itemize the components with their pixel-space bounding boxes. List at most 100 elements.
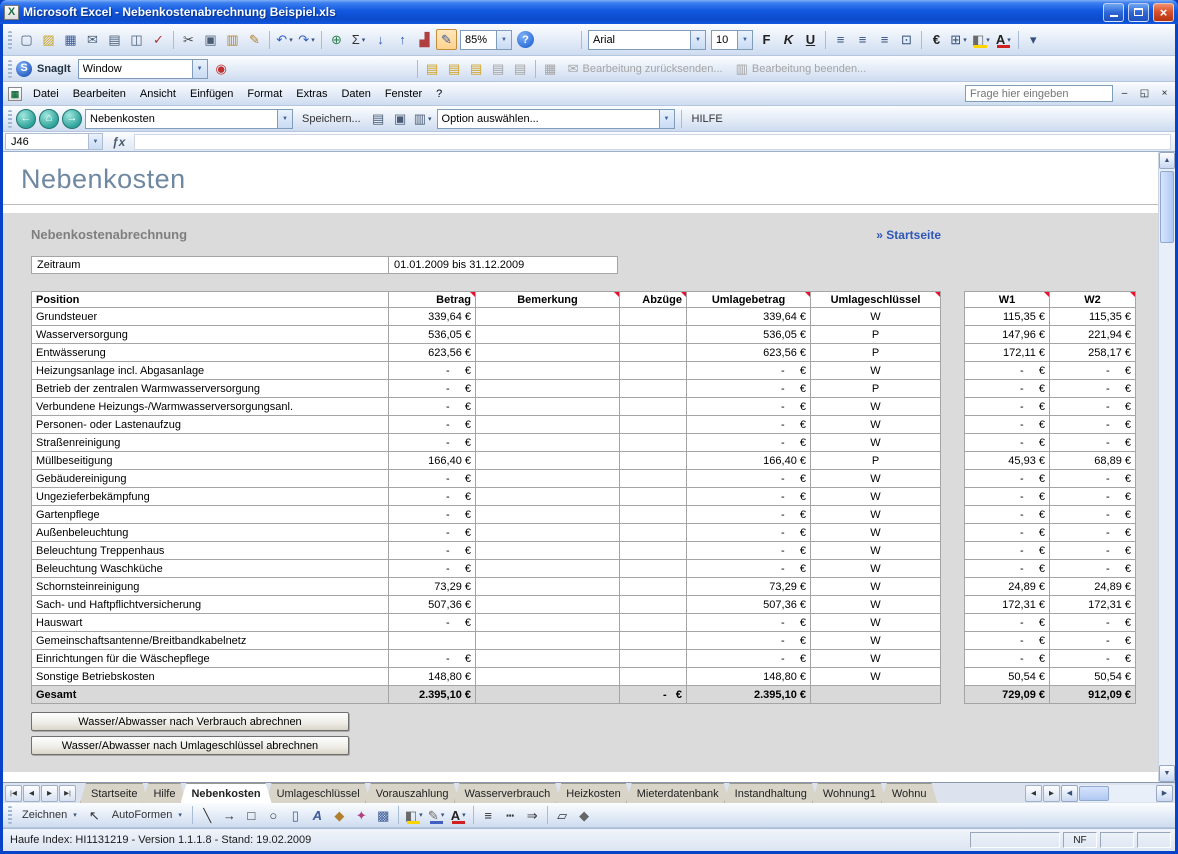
snagit-logo-icon[interactable]: S (16, 61, 32, 77)
cell-w2[interactable]: - € (1050, 362, 1136, 380)
cell-umlagebetrag[interactable]: - € (687, 614, 811, 632)
cell-betrag[interactable]: 166,40 € (389, 452, 476, 470)
cell-position[interactable]: Wasserversorgung (31, 326, 389, 344)
cell-umlagebetrag[interactable]: - € (687, 506, 811, 524)
merge-center-icon[interactable]: ⊡ (896, 29, 917, 50)
col-header-umlageschluessel[interactable]: Umlageschlüssel (811, 291, 941, 308)
cell-bemerkung[interactable] (476, 470, 620, 488)
cell-w2[interactable]: - € (1050, 650, 1136, 668)
cell-bemerkung[interactable] (476, 596, 620, 614)
cell-umlageschluessel[interactable]: P (811, 380, 941, 398)
menu-einfügen[interactable]: Einfügen (183, 85, 240, 103)
cell-umlageschluessel[interactable]: W (811, 668, 941, 686)
question-input[interactable] (965, 85, 1113, 102)
format-painter-icon[interactable]: ✎ (244, 29, 265, 50)
help-button[interactable]: ? (515, 29, 536, 50)
line-icon[interactable]: ╲ (197, 805, 218, 826)
cell-umlageschluessel[interactable] (811, 686, 941, 704)
cell-w2[interactable]: 115,35 € (1050, 308, 1136, 326)
tab-nebenkosten[interactable]: Nebenkosten (180, 783, 271, 803)
maximize-button[interactable] (1128, 3, 1149, 22)
forward-icon[interactable]: → (62, 109, 82, 129)
cell-abzuege[interactable] (620, 470, 687, 488)
cell-abzuege[interactable] (620, 506, 687, 524)
cell-betrag[interactable]: - € (389, 380, 476, 398)
redo-icon[interactable]: ↷▾ (296, 29, 317, 50)
cell-umlagebetrag[interactable]: - € (687, 488, 811, 506)
save-icon[interactable]: ▦ (60, 29, 81, 50)
open-icon[interactable]: ▨ (38, 29, 59, 50)
home-icon[interactable]: ⌂ (39, 109, 59, 129)
menu-hilfe[interactable]: ? (429, 85, 449, 103)
col-header-umlagebetrag[interactable]: Umlagebetrag (687, 291, 811, 308)
cell-bemerkung[interactable] (476, 542, 620, 560)
cut-icon[interactable]: ✂ (178, 29, 199, 50)
cell-position[interactable]: Gemeinschaftsantenne/Breitbandkabelnetz (31, 632, 389, 650)
cell-umlagebetrag[interactable]: - € (687, 380, 811, 398)
line-color-icon[interactable]: ✎▾ (426, 805, 447, 826)
cell-w2[interactable]: - € (1050, 488, 1136, 506)
cell-umlagebetrag[interactable]: 148,80 € (687, 668, 811, 686)
cell-betrag[interactable]: - € (389, 470, 476, 488)
cell-w2[interactable]: 912,09 € (1050, 686, 1136, 704)
cell-w1[interactable]: 172,31 € (964, 596, 1050, 614)
cell-abzuege[interactable] (620, 344, 687, 362)
cell-w1[interactable]: - € (964, 380, 1050, 398)
speichern-button[interactable]: Speichern... (296, 108, 367, 129)
tab-instandhaltung[interactable]: Instandhaltung (724, 783, 818, 803)
mail-icon[interactable]: ✉ (82, 29, 103, 50)
option-select-combobox[interactable]: Option auswählen... ▼ (437, 109, 675, 129)
oval-icon[interactable]: ○ (263, 805, 284, 826)
borders-icon[interactable]: ⊞▾ (948, 29, 969, 50)
cell-umlagebetrag[interactable]: 166,40 € (687, 452, 811, 470)
tab-heizkosten[interactable]: Heizkosten (555, 783, 631, 803)
cell-position[interactable]: Straßenreinigung (31, 434, 389, 452)
next-sheet-button[interactable]: ▶ (41, 785, 58, 802)
bold-icon[interactable]: F (756, 29, 777, 50)
cell-abzuege[interactable] (620, 398, 687, 416)
cell-umlageschluessel[interactable]: W (811, 524, 941, 542)
scroll-left-button[interactable]: ◀ (1061, 785, 1078, 802)
italic-icon[interactable]: K (778, 29, 799, 50)
tab-umlageschlüssel[interactable]: Umlageschlüssel (266, 783, 371, 803)
toolbar-gripper[interactable] (8, 806, 12, 824)
cell-position[interactable]: Gesamt (31, 686, 389, 704)
worksheet[interactable]: Nebenkosten Nebenkostenabrechnung » Star… (3, 152, 1158, 782)
cell-w1[interactable]: 147,96 € (964, 326, 1050, 344)
autosum-icon[interactable]: Σ▾ (348, 29, 369, 50)
cell-position[interactable]: Müllbeseitigung (31, 452, 389, 470)
dash-style-icon[interactable]: ┅ (500, 805, 521, 826)
cell-w2[interactable]: - € (1050, 524, 1136, 542)
zoom-combobox[interactable]: 85% ▼ (460, 30, 512, 50)
cell-abzuege[interactable]: - € (620, 686, 687, 704)
scroll-up-button[interactable]: ▲ (1159, 152, 1175, 169)
cell-position[interactable]: Heizungsanlage incl. Abgasanlage (31, 362, 389, 380)
cell-abzuege[interactable] (620, 668, 687, 686)
back-icon[interactable]: ← (16, 109, 36, 129)
cell-w2[interactable]: 68,89 € (1050, 452, 1136, 470)
toolbar-gripper[interactable] (8, 60, 12, 78)
cell-bemerkung[interactable] (476, 632, 620, 650)
tab-startseite[interactable]: Startseite (80, 783, 148, 803)
font-color-icon-2-dropdown[interactable]: ▾ (462, 811, 466, 819)
cell-betrag[interactable]: 507,36 € (389, 596, 476, 614)
cell-umlagebetrag[interactable]: 536,05 € (687, 326, 811, 344)
cell-umlagebetrag[interactable]: - € (687, 434, 811, 452)
cell-abzuege[interactable] (620, 362, 687, 380)
align-center-icon[interactable]: ≡ (852, 29, 873, 50)
cell-umlagebetrag[interactable]: - € (687, 542, 811, 560)
cell-w1[interactable]: 50,54 € (964, 668, 1050, 686)
cell-betrag[interactable]: - € (389, 416, 476, 434)
cell-w1[interactable]: - € (964, 470, 1050, 488)
cell-umlagebetrag[interactable]: - € (687, 398, 811, 416)
excel-app-icon[interactable]: X (4, 5, 19, 20)
underline-icon[interactable]: U (800, 29, 821, 50)
diagram-icon[interactable]: ◆ (329, 805, 350, 826)
cell-betrag[interactable] (389, 632, 476, 650)
cell-position[interactable]: Betrieb der zentralen Warmwasserversorgu… (31, 380, 389, 398)
menu-ansicht[interactable]: Ansicht (133, 85, 183, 103)
zeitraum-value-cell[interactable]: 01.01.2009 bis 31.12.2009 (388, 256, 618, 274)
cell-abzuege[interactable] (620, 488, 687, 506)
cell-w1[interactable]: - € (964, 416, 1050, 434)
startseite-link[interactable]: » Startseite (876, 228, 941, 242)
